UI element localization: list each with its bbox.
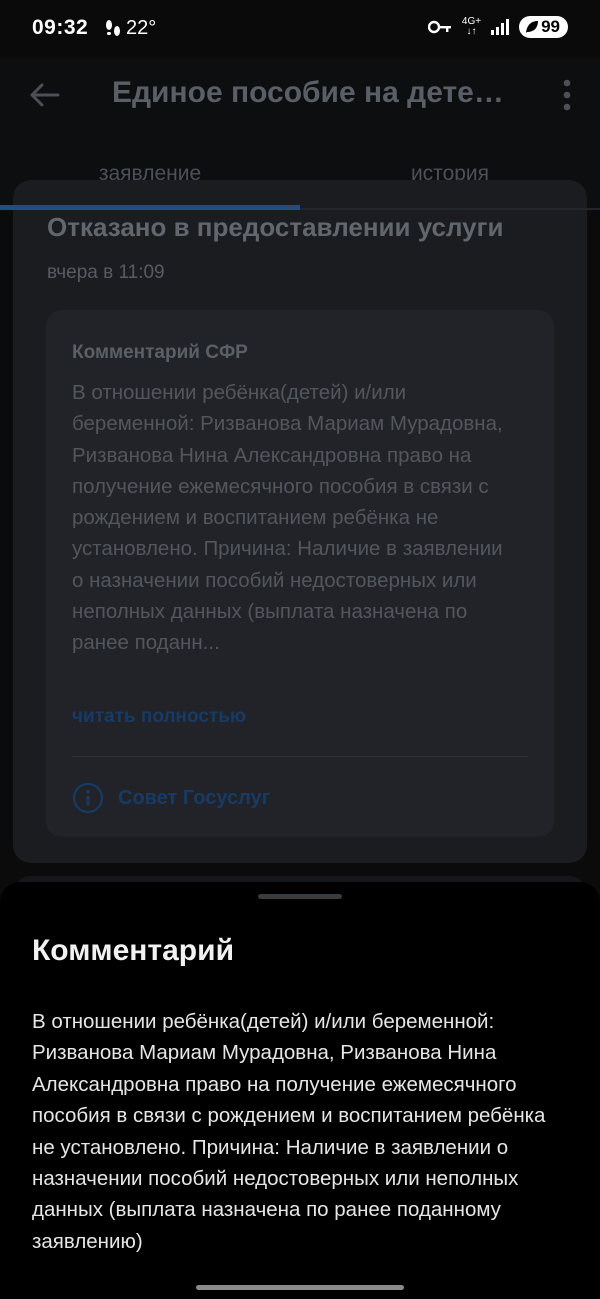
key-icon bbox=[427, 20, 451, 34]
home-indicator[interactable] bbox=[196, 1285, 404, 1290]
status-title: Отказано в предоставлении услуги bbox=[47, 212, 504, 242]
network-type: 4G+ ↓↑ bbox=[461, 16, 482, 37]
advice-label: Совет Госуслуг bbox=[118, 786, 270, 809]
comment-label: Комментарий СФР bbox=[72, 342, 248, 363]
sheet-comment-text: В отношении ребёнка(детей) и/или беремен… bbox=[32, 1010, 546, 1253]
app-bar: Единое пособие на детей… bbox=[0, 58, 600, 150]
signal-icon bbox=[491, 19, 510, 35]
steps-icon bbox=[106, 19, 120, 36]
more-vertical-icon[interactable] bbox=[560, 76, 574, 114]
tab-divider bbox=[300, 208, 600, 210]
comment-card: Комментарий СФР В отношении ребёнка(дете… bbox=[46, 310, 554, 837]
divider bbox=[72, 756, 528, 757]
info-icon bbox=[72, 782, 104, 814]
comment-bottom-sheet: Комментарий В отношении ребёнка(детей) и… bbox=[0, 882, 600, 1299]
sheet-title: Комментарий bbox=[32, 934, 235, 967]
status-right-icons: 4G+ ↓↑ 99 bbox=[427, 16, 568, 38]
tab-indicator bbox=[0, 205, 300, 210]
application-status-card: Отказано в предоставлении услуги вчера в… bbox=[13, 180, 587, 863]
read-more-link[interactable]: читать полностью bbox=[72, 706, 246, 728]
page-title: Единое пособие на детей… bbox=[112, 76, 522, 109]
comment-text: В отношении ребёнка(детей) и/или беремен… bbox=[72, 381, 503, 655]
status-left-icons: 22° bbox=[104, 17, 156, 40]
status-time: 09:32 bbox=[32, 16, 89, 39]
advice-button[interactable]: Совет Госуслуг bbox=[72, 782, 270, 814]
arrow-left-icon[interactable] bbox=[28, 78, 62, 112]
leaf-battery-icon bbox=[526, 21, 539, 33]
temperature: 22° bbox=[126, 17, 157, 39]
sheet-drag-handle[interactable] bbox=[258, 894, 342, 899]
status-bar: 09:32 22° 4G+ ↓↑ 99 bbox=[0, 0, 600, 58]
status-timestamp: вчера в 11:09 bbox=[47, 262, 165, 283]
battery-indicator: 99 bbox=[519, 16, 568, 38]
screen: 09:32 22° 4G+ ↓↑ 99 Единое пособие на де… bbox=[0, 0, 600, 1299]
